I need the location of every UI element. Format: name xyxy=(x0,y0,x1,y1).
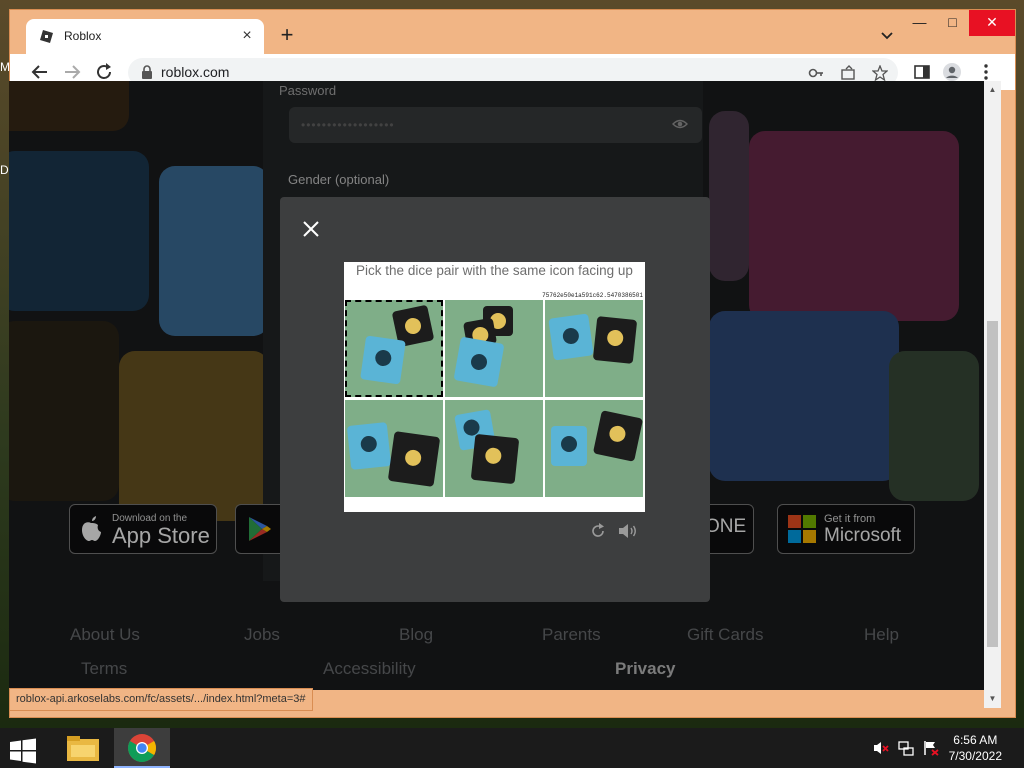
captcha-option-3[interactable] xyxy=(545,300,643,397)
tab-title: Roblox xyxy=(64,29,102,43)
menu-kebab-icon[interactable] xyxy=(976,62,996,82)
taskbar: 6:56 AM 7/30/2022 xyxy=(0,728,1024,768)
captcha-id: 75762e50e1a591c62.5470386501 xyxy=(542,292,643,299)
tab-close-icon[interactable]: × xyxy=(238,27,256,45)
captcha-option-2[interactable] xyxy=(445,300,543,397)
captcha-option-1[interactable] xyxy=(345,300,443,397)
bookmark-star-icon[interactable] xyxy=(872,65,888,81)
captcha-option-6[interactable] xyxy=(545,400,643,497)
clock-date: 7/30/2022 xyxy=(948,749,1002,763)
reload-icon[interactable] xyxy=(94,62,114,82)
captcha-option-5[interactable] xyxy=(445,400,543,497)
folder-icon xyxy=(67,736,99,761)
tab-roblox[interactable]: Roblox × xyxy=(26,19,264,54)
scroll-down-icon[interactable]: ▼ xyxy=(987,694,998,705)
system-clock[interactable]: 6:56 AM 7/30/2022 xyxy=(949,732,1002,764)
maximize-button[interactable]: □ xyxy=(936,10,969,36)
taskbar-file-explorer[interactable] xyxy=(56,728,112,768)
taskbar-chrome[interactable] xyxy=(114,728,170,768)
audio-icon[interactable] xyxy=(618,523,638,539)
scroll-up-icon[interactable]: ▲ xyxy=(987,85,998,96)
back-arrow-icon[interactable] xyxy=(30,62,50,82)
volume-muted-icon[interactable] xyxy=(873,740,889,756)
captcha-option-4[interactable] xyxy=(345,400,443,497)
forward-arrow-icon[interactable] xyxy=(62,62,82,82)
url-text: roblox.com xyxy=(161,64,230,80)
captcha-prompt: Pick the dice pair with the same icon fa… xyxy=(356,263,633,278)
page-viewport: Password •••••••••••••••••• Gender (opti… xyxy=(9,81,984,690)
captcha-grid xyxy=(345,300,644,497)
clock-time: 6:56 AM xyxy=(953,733,998,747)
side-panel-icon[interactable] xyxy=(912,62,932,82)
desktop-icon-label: D xyxy=(0,163,9,177)
scroll-thumb[interactable] xyxy=(987,321,998,647)
close-window-button[interactable]: ✕ xyxy=(969,10,1015,36)
flag-notification-icon[interactable] xyxy=(923,740,939,756)
status-url: roblox-api.arkoselabs.com/fc/assets/.../… xyxy=(9,688,313,711)
windows-start-icon[interactable] xyxy=(10,738,36,764)
refresh-icon[interactable] xyxy=(590,523,606,539)
key-icon[interactable] xyxy=(808,65,824,81)
title-bar: Roblox × + — □ ✕ xyxy=(10,10,1015,54)
chrome-icon xyxy=(128,734,156,762)
tab-search-chevron-icon[interactable] xyxy=(878,26,896,44)
network-icon[interactable] xyxy=(898,740,914,756)
page-scrollbar[interactable]: ▲ ▼ xyxy=(984,81,1001,708)
profile-avatar-icon[interactable] xyxy=(942,62,962,82)
lock-icon xyxy=(142,65,152,79)
share-icon[interactable] xyxy=(840,65,856,81)
minimize-button[interactable]: — xyxy=(903,10,936,36)
roblox-favicon-icon xyxy=(40,30,53,43)
captcha-modal: Pick the dice pair with the same icon fa… xyxy=(280,197,710,602)
close-icon[interactable] xyxy=(301,219,321,239)
new-tab-button[interactable]: + xyxy=(276,24,298,47)
captcha-frame: Pick the dice pair with the same icon fa… xyxy=(344,262,645,512)
